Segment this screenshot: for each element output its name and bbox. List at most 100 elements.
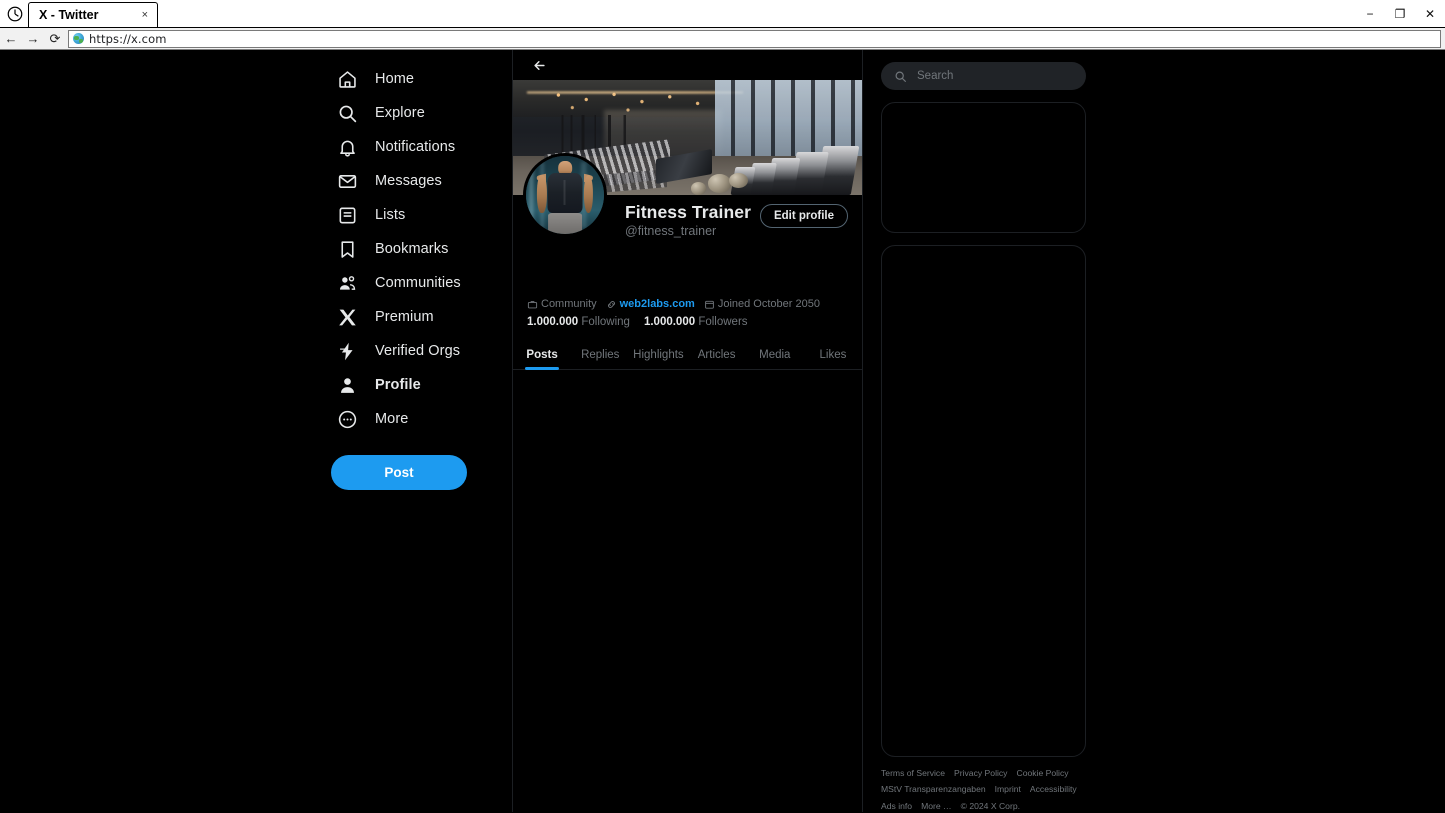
search-icon — [895, 71, 906, 82]
sidebar-item-explore[interactable]: Explore — [330, 96, 490, 130]
following-stat[interactable]: 1.000.000 Following — [527, 316, 630, 328]
sidebar-item-notifications[interactable]: Notifications — [330, 130, 490, 164]
sidebar-item-profile[interactable]: Profile — [330, 368, 490, 402]
sidebar-item-communities[interactable]: Communities — [330, 266, 490, 300]
profile-meta-label: Joined October 2050 — [717, 298, 820, 310]
briefcase-icon — [527, 300, 538, 308]
minimize-button[interactable]: − — [1355, 0, 1385, 27]
footer-link-more[interactable]: More … — [921, 800, 952, 812]
globe-icon — [73, 33, 84, 44]
sidebar-card-two[interactable] — [881, 244, 1086, 757]
window-controls: − ❐ ✕ — [1355, 0, 1445, 27]
right-sidebar: Terms of Service Privacy Policy Cookie P… — [863, 50, 1088, 812]
tab-articles[interactable]: Articles — [688, 340, 746, 369]
clock-icon — [2, 2, 28, 26]
footer-link-ads-info[interactable]: Ads info — [881, 800, 912, 812]
footer-link-imprint[interactable]: Imprint — [995, 783, 1021, 795]
followers-count: 1.000.000 — [643, 316, 696, 328]
sidebar-item-label: Notifications — [375, 139, 456, 155]
sidebar-item-lists[interactable]: Lists — [330, 198, 490, 232]
sidebar-item-label: Bookmarks — [375, 241, 449, 257]
footer-link-privacy-policy[interactable]: Privacy Policy — [954, 767, 1007, 779]
back-button[interactable]: ← — [0, 29, 22, 49]
footer-link-accessibility[interactable]: Accessibility — [1030, 783, 1077, 795]
footer-copyright: © 2024 X Corp. — [960, 800, 1020, 811]
list-icon — [336, 204, 358, 226]
tab-posts[interactable]: Posts — [513, 340, 571, 369]
calendar-icon — [704, 300, 714, 309]
sidebar-item-premium[interactable]: Premium — [330, 300, 490, 334]
x-twitter-page: Home Explore Notifications Messages List… — [0, 50, 1445, 812]
address-bar[interactable]: https://x.com — [68, 29, 1441, 48]
link-icon — [607, 300, 615, 308]
sidebar-item-label: Lists — [375, 207, 406, 223]
sidebar-item-label: Explore — [375, 105, 425, 121]
profile-header-bar — [513, 50, 862, 80]
bell-icon — [336, 136, 358, 158]
sidebar-item-label: Premium — [375, 309, 434, 325]
search-icon — [336, 102, 358, 124]
back-arrow-icon[interactable] — [527, 53, 551, 77]
profile-stats-row: 1.000.000 Following 1.000.000 Followers — [527, 316, 848, 328]
sidebar-item-messages[interactable]: Messages — [330, 164, 490, 198]
post-button[interactable]: Post — [331, 455, 467, 490]
profile-meta-community: Community — [527, 298, 597, 310]
browser-toolbar: ← → ⟳ https://x.com — [0, 28, 1445, 50]
following-count: 1.000.000 — [527, 316, 579, 328]
profile-meta-joined: Joined October 2050 — [704, 298, 820, 310]
left-sidebar: Home Explore Notifications Messages List… — [0, 50, 513, 812]
browser-titlebar: X - Twitter × − ❐ ✕ — [0, 0, 1445, 28]
footer-link-cookie-policy[interactable]: Cookie Policy — [1016, 767, 1068, 779]
maximize-button[interactable]: ❐ — [1385, 0, 1415, 27]
sidebar-item-label: Verified Orgs — [375, 343, 461, 359]
footer-link-terms-of-service[interactable]: Terms of Service — [881, 767, 945, 779]
profile-meta-website[interactable]: web2labs.com — [606, 298, 695, 310]
profile-meta-row: Community web2labs.com Joined October 20… — [527, 298, 848, 310]
sidebar-item-home[interactable]: Home — [330, 62, 490, 96]
sidebar-item-label: Communities — [375, 275, 461, 291]
sidebar-card-one[interactable] — [881, 102, 1086, 233]
envelope-icon — [336, 170, 358, 192]
footer-links: Terms of Service Privacy Policy Cookie P… — [881, 767, 1086, 812]
more-circle-icon — [336, 408, 358, 430]
browser-tab[interactable]: X - Twitter × — [28, 2, 158, 27]
avatar[interactable] — [523, 153, 607, 237]
reload-button[interactable]: ⟳ — [44, 29, 66, 49]
sidebar-item-label: Messages — [375, 173, 442, 189]
close-window-button[interactable]: ✕ — [1415, 0, 1445, 27]
person-icon — [336, 374, 358, 396]
footer-link-mstv-transparenzangaben[interactable]: MStV Transparenzangaben — [881, 783, 986, 795]
tab-strip: X - Twitter × — [28, 0, 158, 27]
address-bar-text: https://x.com — [89, 31, 167, 46]
sidebar-item-verified-orgs[interactable]: Verified Orgs — [330, 334, 490, 368]
profile-tabs: Posts Replies Highlights Articles Media … — [513, 340, 862, 370]
forward-button[interactable]: → — [22, 29, 44, 49]
main-column: Edit profile Fitness Trainer @fitness_tr… — [513, 50, 863, 812]
browser-tab-title: X - Twitter — [39, 8, 99, 22]
tab-media[interactable]: Media — [746, 340, 804, 369]
search-box[interactable] — [881, 62, 1086, 91]
lightning-icon — [336, 340, 358, 362]
sidebar-item-label: More — [375, 411, 409, 427]
sidebar-item-label: Home — [375, 71, 415, 87]
followers-label: Followers — [698, 316, 748, 328]
edit-profile-button[interactable]: Edit profile — [759, 204, 848, 228]
home-icon — [336, 68, 358, 90]
browser-chrome: X - Twitter × − ❐ ✕ ← → ⟳ https://x.com — [0, 0, 1445, 50]
sidebar-item-bookmarks[interactable]: Bookmarks — [330, 232, 490, 266]
x-logo-icon — [336, 306, 358, 328]
followers-stat[interactable]: 1.000.000 Followers — [644, 316, 748, 328]
profile-meta-label: Community — [541, 298, 597, 310]
following-label: Following — [581, 316, 630, 328]
profile-bio-area — [527, 238, 848, 296]
sidebar-item-label: Profile — [375, 377, 421, 393]
timeline-feed — [513, 370, 862, 812]
close-icon[interactable]: × — [139, 9, 151, 21]
sidebar-item-more[interactable]: More — [330, 402, 490, 436]
bookmark-icon — [336, 238, 358, 260]
tab-replies[interactable]: Replies — [571, 340, 629, 369]
search-input[interactable] — [917, 70, 1073, 83]
tab-likes[interactable]: Likes — [804, 340, 862, 369]
profile-website-link[interactable]: web2labs.com — [620, 298, 695, 310]
tab-highlights[interactable]: Highlights — [629, 340, 687, 369]
